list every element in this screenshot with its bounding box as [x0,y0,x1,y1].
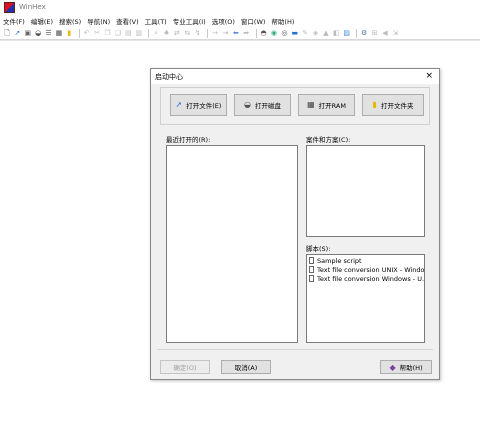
menu-item[interactable]: 文件(F) [0,16,28,26]
paste-icon[interactable]: ❏ [114,29,122,37]
hash-icon[interactable]: ✎ [301,29,309,37]
close-icon[interactable]: × [425,71,433,82]
analyze-icon[interactable]: ▲ [322,29,330,37]
copy-block-icon[interactable]: ▤ [124,29,132,37]
forward-icon[interactable]: ➡ [242,29,250,37]
menu-item[interactable]: 搜索(S) [56,16,84,26]
open-folder-label: 打开文件夹 [380,102,414,110]
replace-icon[interactable]: ⇄ [173,29,181,37]
cancel-button[interactable]: 取消(A) [221,360,271,374]
script-name: Text file conversion Windows - U... [317,274,425,283]
help-icon: ◆ [389,362,396,372]
document-icon [309,266,314,273]
goto-sector-icon[interactable]: ⇥ [221,29,229,37]
toolbar-separator [148,28,150,38]
open-folder-button[interactable]: ▮ 打开文件夹 [362,94,424,116]
cut-icon[interactable]: ✂ [93,29,101,37]
replace-hex-icon[interactable]: ⇆ [183,29,191,37]
view-icon[interactable]: ⊞ [371,29,379,37]
folder-icon[interactable]: ▮ [65,29,73,37]
open-disk-button[interactable]: ◒ 打开磁盘 [234,94,291,116]
open-file-label: 打开文件(E) [186,102,222,110]
script-name: Sample script [317,256,362,265]
open-ram-label: 打开RAM [318,102,346,110]
menu-item[interactable]: 编辑(E) [28,16,56,26]
script-name: Text file conversion UNIX - Windo... [317,265,425,274]
compare-icon[interactable]: ◧ [332,29,340,37]
scripts-list[interactable]: Sample script Text file conversion UNIX … [306,254,425,343]
scripts-label: 脚本(S): [306,245,331,253]
help-button[interactable]: ◆ 帮助(H) [380,360,432,374]
menu-item[interactable]: 帮助(H) [268,16,297,26]
list-item[interactable]: Text file conversion UNIX - Windo... [307,265,424,274]
open-disk-label: 打开磁盘 [254,102,281,110]
calculator-icon[interactable]: ▬ [291,29,299,37]
back-icon[interactable]: ⬅ [232,29,240,37]
menu-item[interactable]: 专业工具(I) [170,16,209,26]
nav-right-icon[interactable]: ⇲ [391,29,399,37]
write-icon[interactable]: ▥ [135,29,143,37]
find-hex-icon[interactable]: ♠ [162,29,170,37]
dialog-divider [157,349,433,350]
recent-list[interactable] [166,145,298,343]
toolbar-separator [356,28,358,38]
properties-icon[interactable]: ☰ [45,29,53,37]
window-titlebar: WinHex [0,0,480,14]
image-disk-icon[interactable]: ◎ [280,29,288,37]
menu-item[interactable]: 导航(N) [84,16,113,26]
cases-label: 案件和方案(C): [306,136,351,144]
goto-offset-icon[interactable]: → [211,29,219,37]
open-file-icon: ➚ [175,100,183,109]
dialog-title: 启动中心 [155,72,183,81]
find-icon[interactable]: ⌕ [152,29,160,37]
template-icon[interactable]: ◈ [312,29,320,37]
window-title: WinHex [19,3,46,11]
menu-item[interactable]: 选项(O) [209,16,238,26]
nav-left-icon[interactable]: ◀ [381,29,389,37]
toolbar-separator [255,28,257,38]
cases-list[interactable] [306,145,425,237]
ram-icon[interactable]: ▦ [55,29,63,37]
open-file-icon[interactable]: ➚ [13,29,21,37]
start-center-dialog: 启动中心 × ➚ 打开文件(E) ◒ 打开磁盘 ▦ 打开RAM ▮ 打开文件夹 … [150,68,440,380]
toolbar-separator [207,28,209,38]
disk-icon[interactable]: ◒ [34,29,42,37]
list-item[interactable]: Sample script [307,256,424,265]
open-file-button[interactable]: ➚ 打开文件(E) [170,94,227,116]
save-icon[interactable]: ▣ [24,29,32,37]
options-icon[interactable]: ⚙ [360,29,368,37]
copy-icon[interactable]: ❐ [104,29,112,37]
dialog-titlebar: 启动中心 × [151,69,439,84]
folder-icon: ▮ [372,100,377,109]
list-item[interactable]: Text file conversion Windows - U... [307,274,424,283]
menu-item[interactable]: 窗口(W) [238,16,269,26]
menu-bar: 文件(F) 编辑(E) 搜索(S) 导航(N) 查看(V) 工具(T) 专业工具(I) 选项(… [0,14,480,27]
recent-label: 最近打开的(R): [166,136,211,144]
find-next-icon[interactable]: ↯ [194,29,202,37]
new-file-icon[interactable]: 🗋 [3,29,11,37]
menu-item[interactable]: 查看(V) [113,16,142,26]
checksum-icon[interactable]: ▨ [343,29,351,37]
disk-icon: ◒ [244,100,251,109]
ok-button[interactable]: 确定(O) [160,360,210,374]
winhex-logo-icon [4,1,15,13]
disk-editor-icon[interactable]: ◓ [260,29,268,37]
toolbar-separator [78,28,80,38]
document-icon [309,257,314,264]
document-icon [309,275,314,282]
toolbar: 🗋 ➚ ▣ ◒ ☰ ▦ ▮ ↶ ✂ ❐ ❏ ▤ ▥ ⌕ ♠ ⇄ ⇆ ↯ → ⇥ ⬅ ➡ ◓ ◉ ◎ ▬ ✎ ◈ ▲ ◧ ▨ ⚙ ⊞ ◀ ⇲ [0,27,480,40]
open-ram-button[interactable]: ▦ 打开RAM [298,94,355,116]
ram-icon: ▦ [307,100,315,109]
undo-icon[interactable]: ↶ [83,29,91,37]
clone-disk-icon[interactable]: ◉ [270,29,278,37]
menu-item[interactable]: 工具(T) [142,16,170,26]
help-label: 帮助(H) [399,364,423,372]
